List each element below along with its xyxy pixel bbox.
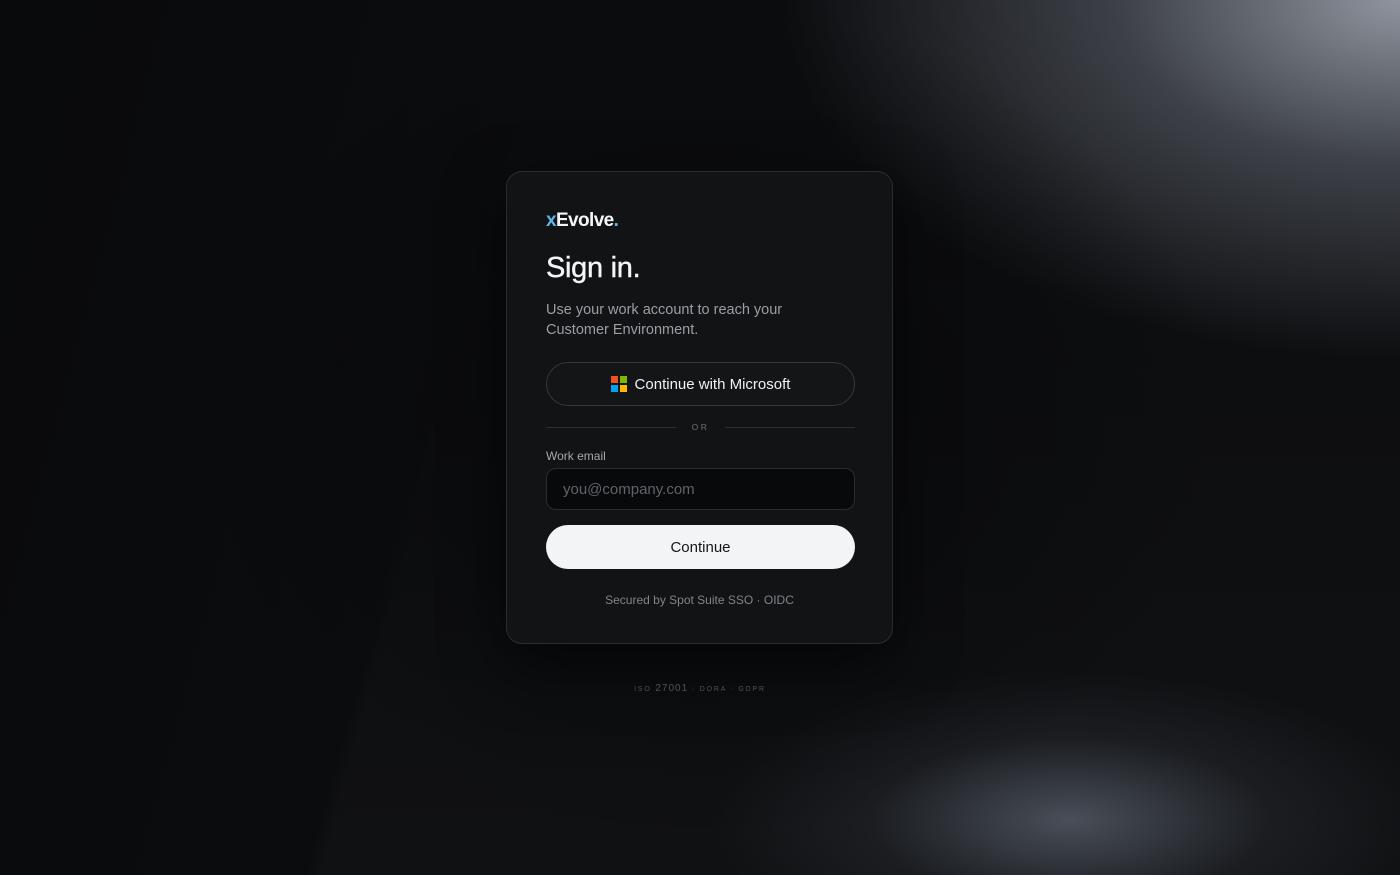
divider-line-left xyxy=(546,426,676,428)
signin-card: xEvolve. Sign in. Use your work account … xyxy=(506,171,893,644)
divider-text: OR xyxy=(691,422,710,432)
logo-suffix: . xyxy=(613,210,619,231)
email-label: Work email xyxy=(546,449,606,463)
microsoft-icon-yellow-square xyxy=(619,385,627,392)
page-title: Sign in. xyxy=(546,252,641,284)
or-divider: OR xyxy=(546,420,855,434)
continue-button[interactable]: Continue xyxy=(546,525,855,569)
compliance-number: 27001 xyxy=(655,683,689,694)
divider-line-right xyxy=(725,426,855,428)
logo-name: Evolve xyxy=(555,210,614,231)
page-subtitle: Use your work account to reach your Cust… xyxy=(546,302,783,338)
microsoft-icon xyxy=(610,376,627,392)
microsoft-icon-red-square xyxy=(610,376,618,383)
microsoft-icon-blue-square xyxy=(610,385,618,392)
brand-logo: xEvolve. xyxy=(546,210,619,232)
email-field[interactable] xyxy=(546,468,855,510)
secured-by-text: Secured by Spot Suite SSO · OIDC xyxy=(605,593,794,607)
microsoft-icon-green-square xyxy=(619,376,627,383)
microsoft-button-label: Continue with Microsoft xyxy=(634,375,791,393)
compliance-prefix: ISO xyxy=(634,686,656,693)
compliance-suffix: · DORA · GDPR xyxy=(688,686,766,693)
logo-prefix: x xyxy=(546,210,557,231)
compliance-footer: ISO 27001 · DORA · GDPR xyxy=(0,683,1400,694)
continue-with-microsoft-button[interactable]: Continue with Microsoft xyxy=(546,362,855,406)
